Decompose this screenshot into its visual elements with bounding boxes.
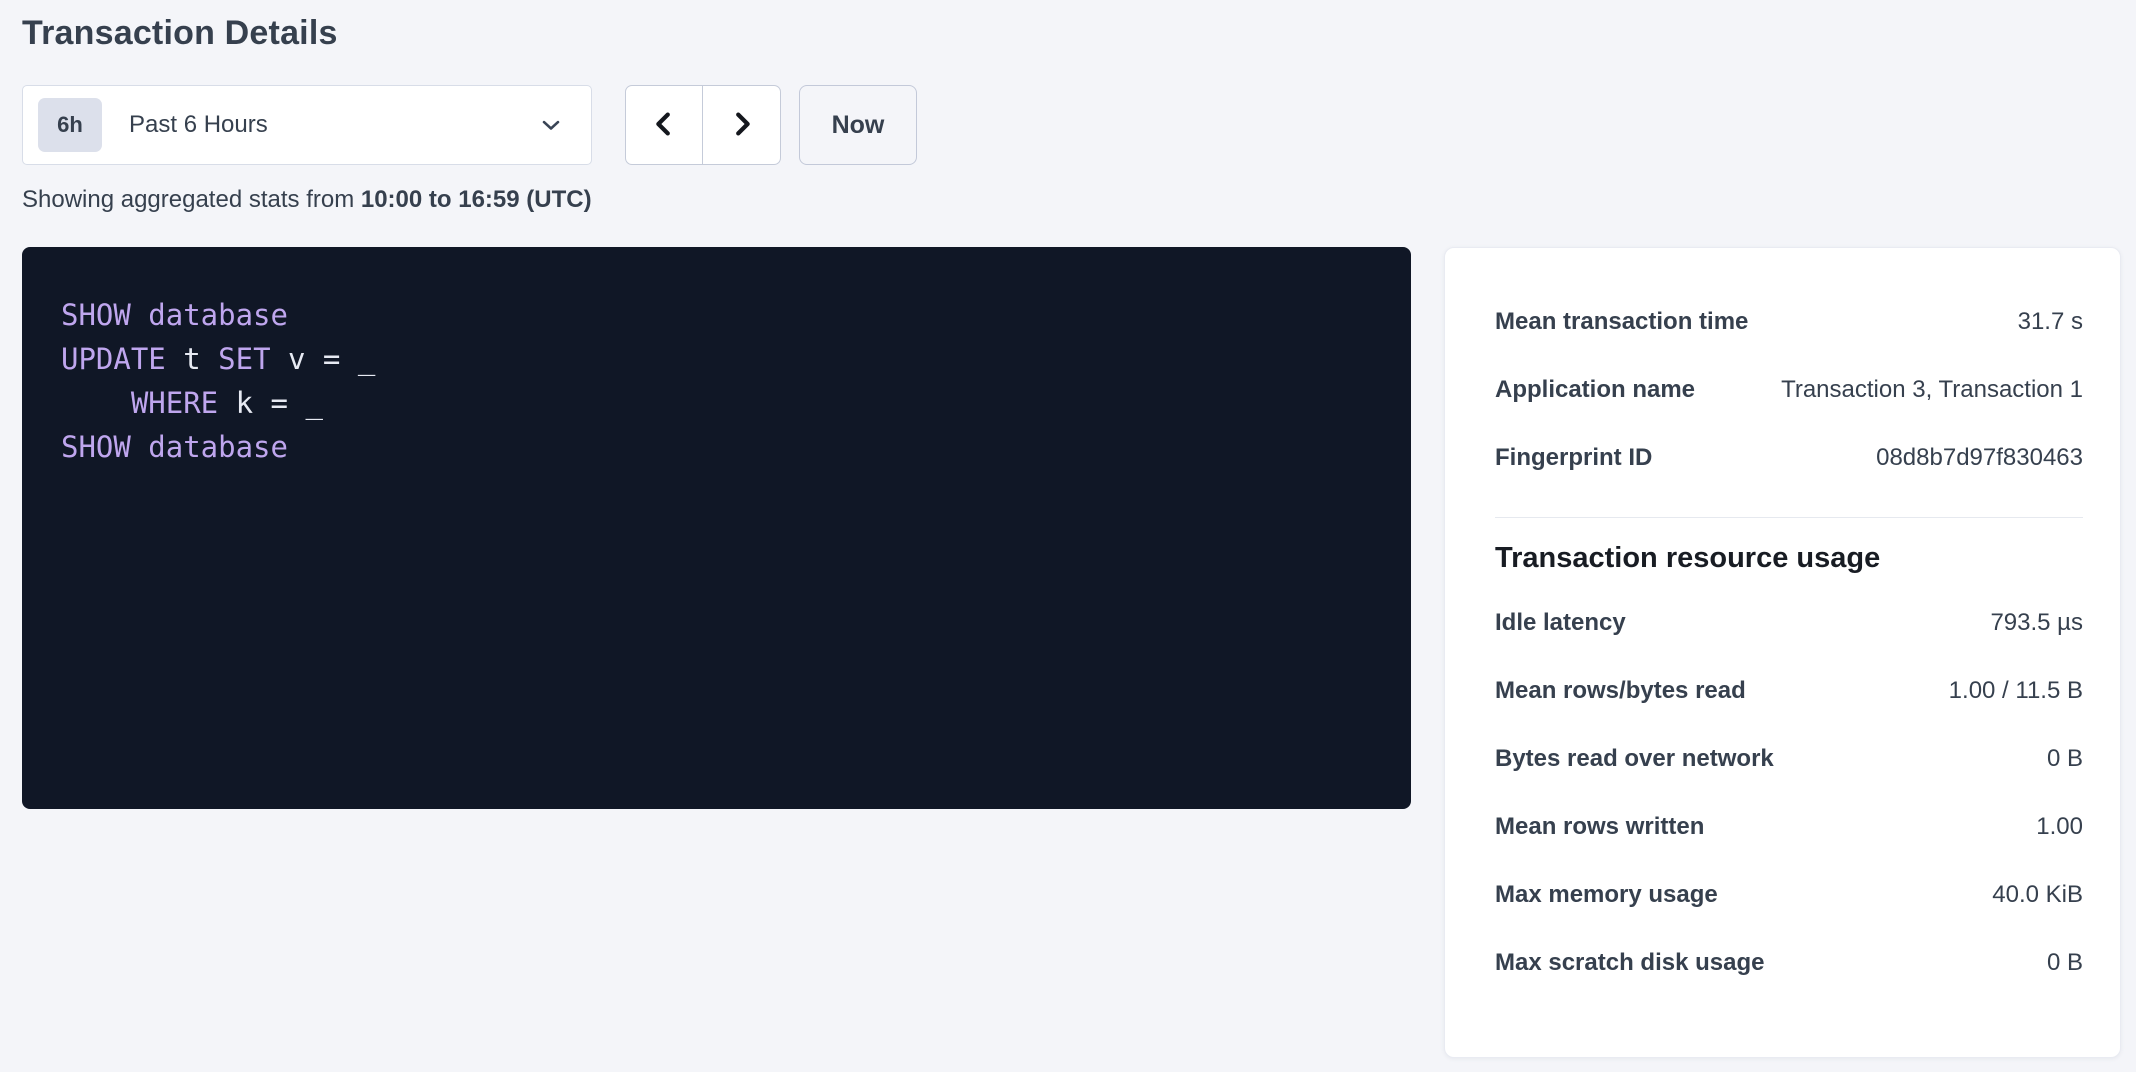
- stat-label: Mean rows/bytes read: [1495, 677, 1766, 705]
- time-controls: 6h Past 6 Hours: [22, 85, 2121, 165]
- chevron-down-icon: [537, 111, 565, 139]
- now-button[interactable]: Now: [799, 85, 917, 165]
- next-range-button[interactable]: [703, 85, 781, 165]
- stat-row: Mean rows/bytes read 1.00 / 11.5 B: [1495, 657, 2083, 725]
- stat-label: Max memory usage: [1495, 881, 1738, 909]
- time-range-badge: 6h: [38, 98, 102, 152]
- sql-token-plain: k = _: [218, 386, 323, 420]
- stat-row: Idle latency 793.5 µs: [1495, 589, 2083, 657]
- stat-value: 1.00 / 11.5 B: [1949, 677, 2083, 705]
- stat-row: Mean rows written 1.00: [1495, 793, 2083, 861]
- stat-value: 31.7 s: [2018, 308, 2083, 336]
- stat-label: Bytes read over network: [1495, 745, 1794, 773]
- stat-row: Bytes read over network 0 B: [1495, 725, 2083, 793]
- summary-prefix: Showing aggregated stats from: [22, 186, 361, 213]
- sql-token-plain: [61, 386, 131, 420]
- sql-statement-box: SHOW database UPDATE t SET v = _ WHERE k …: [22, 247, 1411, 809]
- stat-row: Max scratch disk usage 0 B: [1495, 929, 2083, 997]
- stat-row: Application name Transaction 3, Transact…: [1495, 356, 2083, 424]
- time-range-nav: [625, 85, 781, 165]
- resource-usage-heading: Transaction resource usage: [1495, 542, 2083, 575]
- summary-range: 10:00 to 16:59 (UTC): [361, 186, 592, 213]
- transaction-details-card: Mean transaction time 31.7 s Application…: [1444, 247, 2121, 1058]
- stat-label: Max scratch disk usage: [1495, 949, 1784, 977]
- stat-value: Transaction 3, Transaction 1: [1781, 376, 2083, 404]
- stat-row: Fingerprint ID 08d8b7d97f830463: [1495, 424, 2083, 492]
- chevron-right-icon: [727, 107, 757, 144]
- stat-label: Fingerprint ID: [1495, 444, 1672, 472]
- stat-value: 0 B: [2047, 949, 2083, 977]
- sql-token-keyword: SHOW database: [61, 298, 288, 332]
- sql-token-plain: t: [166, 342, 218, 376]
- chevron-left-icon: [649, 107, 679, 144]
- page-title: Transaction Details: [22, 14, 2121, 53]
- stat-value: 0 B: [2047, 745, 2083, 773]
- main-content: SHOW database UPDATE t SET v = _ WHERE k …: [22, 247, 2121, 1058]
- stat-value: 40.0 KiB: [1992, 881, 2083, 909]
- sql-token-keyword: SHOW database: [61, 430, 288, 464]
- prev-range-button[interactable]: [625, 85, 703, 165]
- divider: [1495, 517, 2083, 518]
- stat-row: Max memory usage 40.0 KiB: [1495, 861, 2083, 929]
- sql-code: SHOW database UPDATE t SET v = _ WHERE k …: [61, 293, 1371, 469]
- resource-usage-rows: Idle latency 793.5 µs Mean rows/bytes re…: [1495, 589, 2083, 997]
- sql-token-keyword: SET: [218, 342, 270, 376]
- stat-label: Idle latency: [1495, 609, 1646, 637]
- transaction-details-page: Transaction Details 6h Past 6 Hours: [0, 0, 2136, 1058]
- time-range-dropdown[interactable]: 6h Past 6 Hours: [22, 85, 592, 165]
- stat-value: 1.00: [2036, 813, 2083, 841]
- stat-value: 08d8b7d97f830463: [1876, 444, 2083, 472]
- stat-label: Mean transaction time: [1495, 308, 1768, 336]
- time-range-label: Past 6 Hours: [129, 111, 268, 139]
- stat-label: Mean rows written: [1495, 813, 1724, 841]
- stat-row: Mean transaction time 31.7 s: [1495, 288, 2083, 356]
- sql-token-plain: v = _: [271, 342, 376, 376]
- aggregated-stats-summary: Showing aggregated stats from 10:00 to 1…: [22, 186, 2121, 214]
- sql-token-keyword: UPDATE: [61, 342, 166, 376]
- transaction-summary-rows: Mean transaction time 31.7 s Application…: [1495, 288, 2083, 492]
- stat-value: 793.5 µs: [1990, 609, 2083, 637]
- sql-token-keyword: WHERE: [131, 386, 218, 420]
- stat-label: Application name: [1495, 376, 1715, 404]
